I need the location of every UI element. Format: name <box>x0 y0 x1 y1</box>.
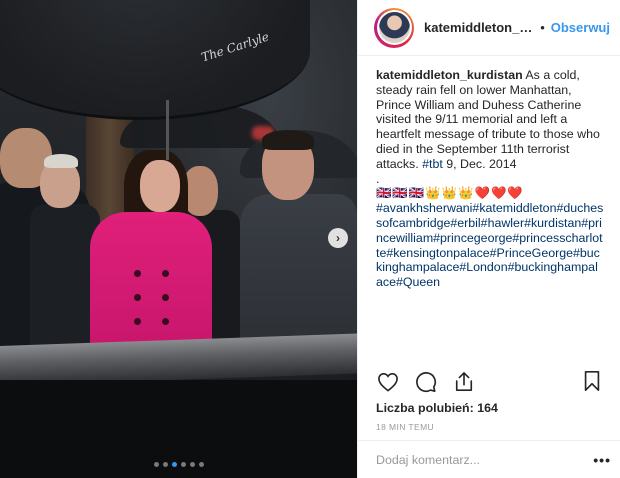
heart-icon <box>378 372 398 392</box>
share-icon <box>455 372 473 391</box>
header-username[interactable]: katemiddleton_kurdi... <box>424 20 534 35</box>
umbrella-shaft <box>166 100 169 160</box>
caption-dot: . <box>376 171 380 186</box>
caption-hashtags[interactable]: #avankhsherwani#katemiddleton#duchessofc… <box>376 201 603 289</box>
header-separator: • <box>540 20 545 35</box>
carousel-dot <box>153 462 159 467</box>
coat-button <box>134 318 141 325</box>
carousel-dot <box>162 462 168 467</box>
chevron-right-icon: › <box>336 231 340 245</box>
post-timestamp: 18 MIN TEMU <box>376 422 435 432</box>
comment-bar: ••• <box>358 440 620 478</box>
post-actions <box>376 370 476 394</box>
coat-button <box>162 294 169 301</box>
comment-icon <box>416 372 437 393</box>
coat-button <box>162 318 169 325</box>
like-button[interactable] <box>376 370 400 394</box>
likes-count[interactable]: Liczba polubień: 164 <box>376 401 498 415</box>
coat-button <box>162 270 169 277</box>
caption-date: 9, Dec. 2014 <box>446 156 517 171</box>
photo-person-right-hair <box>262 130 314 150</box>
coat-button <box>134 270 141 277</box>
save-button[interactable] <box>582 370 606 394</box>
carousel-dot <box>180 462 186 467</box>
photo-person-older-man-hair <box>44 154 78 168</box>
carousel-dot <box>171 462 177 467</box>
comment-input[interactable] <box>376 452 594 467</box>
follow-button[interactable]: Obserwuj <box>551 20 610 35</box>
caption-emojis: 🇬🇧🇬🇧🇬🇧👑👑👑❤️❤️❤️ <box>376 186 524 201</box>
more-options-icon[interactable]: ••• <box>593 452 611 468</box>
carousel-indicator <box>0 462 357 467</box>
carousel-dot <box>198 462 204 467</box>
post-caption: katemiddleton_kurdistan As a cold, stead… <box>358 56 620 368</box>
caption-username[interactable]: katemiddleton_kurdistan <box>376 68 523 82</box>
carousel-dot <box>189 462 195 467</box>
caption-text: As a cold, steady rain fell on lower Man… <box>376 68 600 171</box>
post-photo[interactable]: The Carlyle › <box>0 0 357 478</box>
comment-button[interactable] <box>414 370 438 394</box>
caption-hashtag-tbt[interactable]: #tbt <box>422 157 443 171</box>
post-side-panel: katemiddleton_kurdi... • Obserwuj katemi… <box>357 0 620 478</box>
avatar-image <box>378 12 410 43</box>
next-slide-button[interactable]: › <box>328 228 348 248</box>
bookmark-icon <box>584 371 600 391</box>
photo-person-woman-head <box>140 160 180 212</box>
coat-button <box>134 294 141 301</box>
post-header: katemiddleton_kurdi... • Obserwuj <box>358 0 620 56</box>
avatar[interactable] <box>374 7 414 48</box>
share-button[interactable] <box>452 370 476 394</box>
